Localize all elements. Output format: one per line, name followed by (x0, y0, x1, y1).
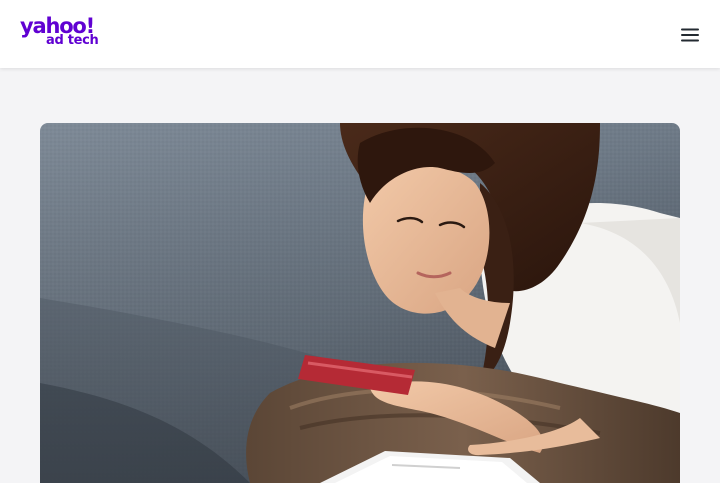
hamburger-menu-icon (681, 28, 699, 42)
hero-photo (40, 123, 680, 483)
site-header: yahoo! ad tech (0, 0, 720, 68)
menu-button[interactable] (676, 22, 704, 48)
yahoo-ad-tech-logo[interactable]: yahoo! ad tech (20, 14, 100, 51)
hero-image-card (40, 123, 680, 483)
logo-subtext: ad tech (46, 33, 99, 48)
